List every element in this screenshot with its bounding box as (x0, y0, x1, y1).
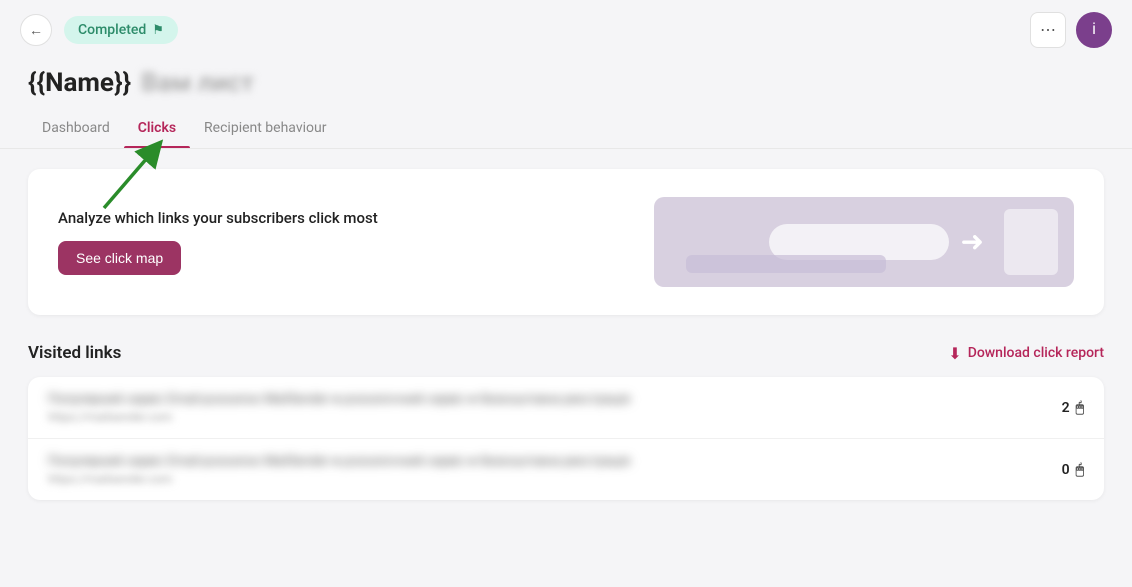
tab-dashboard[interactable]: Dashboard (28, 112, 124, 148)
cursor-arrow-icon: ➜ (961, 225, 984, 258)
table-row: Популярний сервіс Email-розсилок MailSen… (28, 377, 1104, 439)
page-title-blurred: Вам лист (141, 68, 254, 98)
tab-recipient-behaviour[interactable]: Recipient behaviour (190, 112, 340, 148)
download-icon: ⬇ (948, 344, 961, 363)
top-bar-right: ⋯ i (1030, 12, 1112, 48)
promo-thumb (1004, 209, 1058, 275)
page-title-main: {{Name}} (28, 68, 131, 98)
back-icon: ← (29, 22, 43, 38)
click-cursor-icon: 🖱 (1076, 462, 1084, 478)
count-value: 2 (1062, 400, 1070, 416)
menu-button[interactable]: ⋯ (1030, 12, 1066, 48)
link-count: 2 🖱 (1034, 400, 1084, 416)
link-count: 0 🖱 (1034, 462, 1084, 478)
link-info: Популярний сервіс Email-розсилок MailSen… (48, 453, 1034, 486)
see-click-map-button[interactable]: See click map (58, 241, 181, 275)
promo-bar (686, 255, 886, 273)
link-url: https://mailsender.com (48, 410, 1034, 424)
visited-links-title: Visited links (28, 343, 121, 363)
download-label: Download click report (968, 345, 1104, 361)
back-button[interactable]: ← (20, 14, 52, 46)
status-badge: Completed ⚑ (64, 16, 178, 44)
count-value: 0 (1062, 462, 1070, 478)
tab-clicks[interactable]: Clicks (124, 112, 190, 148)
tabs-bar: Dashboard Clicks Recipient behaviour (0, 102, 1132, 149)
link-url: https://mailsender.com (48, 472, 1034, 486)
visited-links-header: Visited links ⬇ Download click report (28, 343, 1104, 363)
top-bar-left: ← Completed ⚑ (20, 14, 178, 46)
promo-title: Analyze which links your subscribers cli… (58, 209, 654, 227)
promo-text: Analyze which links your subscribers cli… (58, 209, 654, 275)
top-bar: ← Completed ⚑ ⋯ i (0, 0, 1132, 60)
links-card: Популярний сервіс Email-розсилок MailSen… (28, 377, 1104, 500)
promo-illustration: ➜ (654, 197, 1074, 287)
link-info: Популярний сервіс Email-розсилок MailSen… (48, 391, 1034, 424)
promo-card: Analyze which links your subscribers cli… (28, 169, 1104, 315)
table-row: Популярний сервіс Email-розсилок MailSen… (28, 439, 1104, 500)
page-title-area: {{Name}} Вам лист (0, 60, 1132, 102)
info-icon: i (1092, 21, 1096, 39)
click-cursor-icon: 🖱 (1076, 400, 1084, 416)
download-click-report-link[interactable]: ⬇ Download click report (948, 344, 1104, 363)
info-button[interactable]: i (1076, 12, 1112, 48)
status-label: Completed (78, 22, 146, 38)
menu-icon: ⋯ (1040, 20, 1056, 40)
link-title: Популярний сервіс Email-розсилок MailSen… (48, 391, 898, 407)
main-content: Analyze which links your subscribers cli… (0, 149, 1132, 520)
link-title: Популярний сервіс Email-розсилок MailSen… (48, 453, 898, 469)
flag-icon: ⚑ (152, 23, 164, 38)
